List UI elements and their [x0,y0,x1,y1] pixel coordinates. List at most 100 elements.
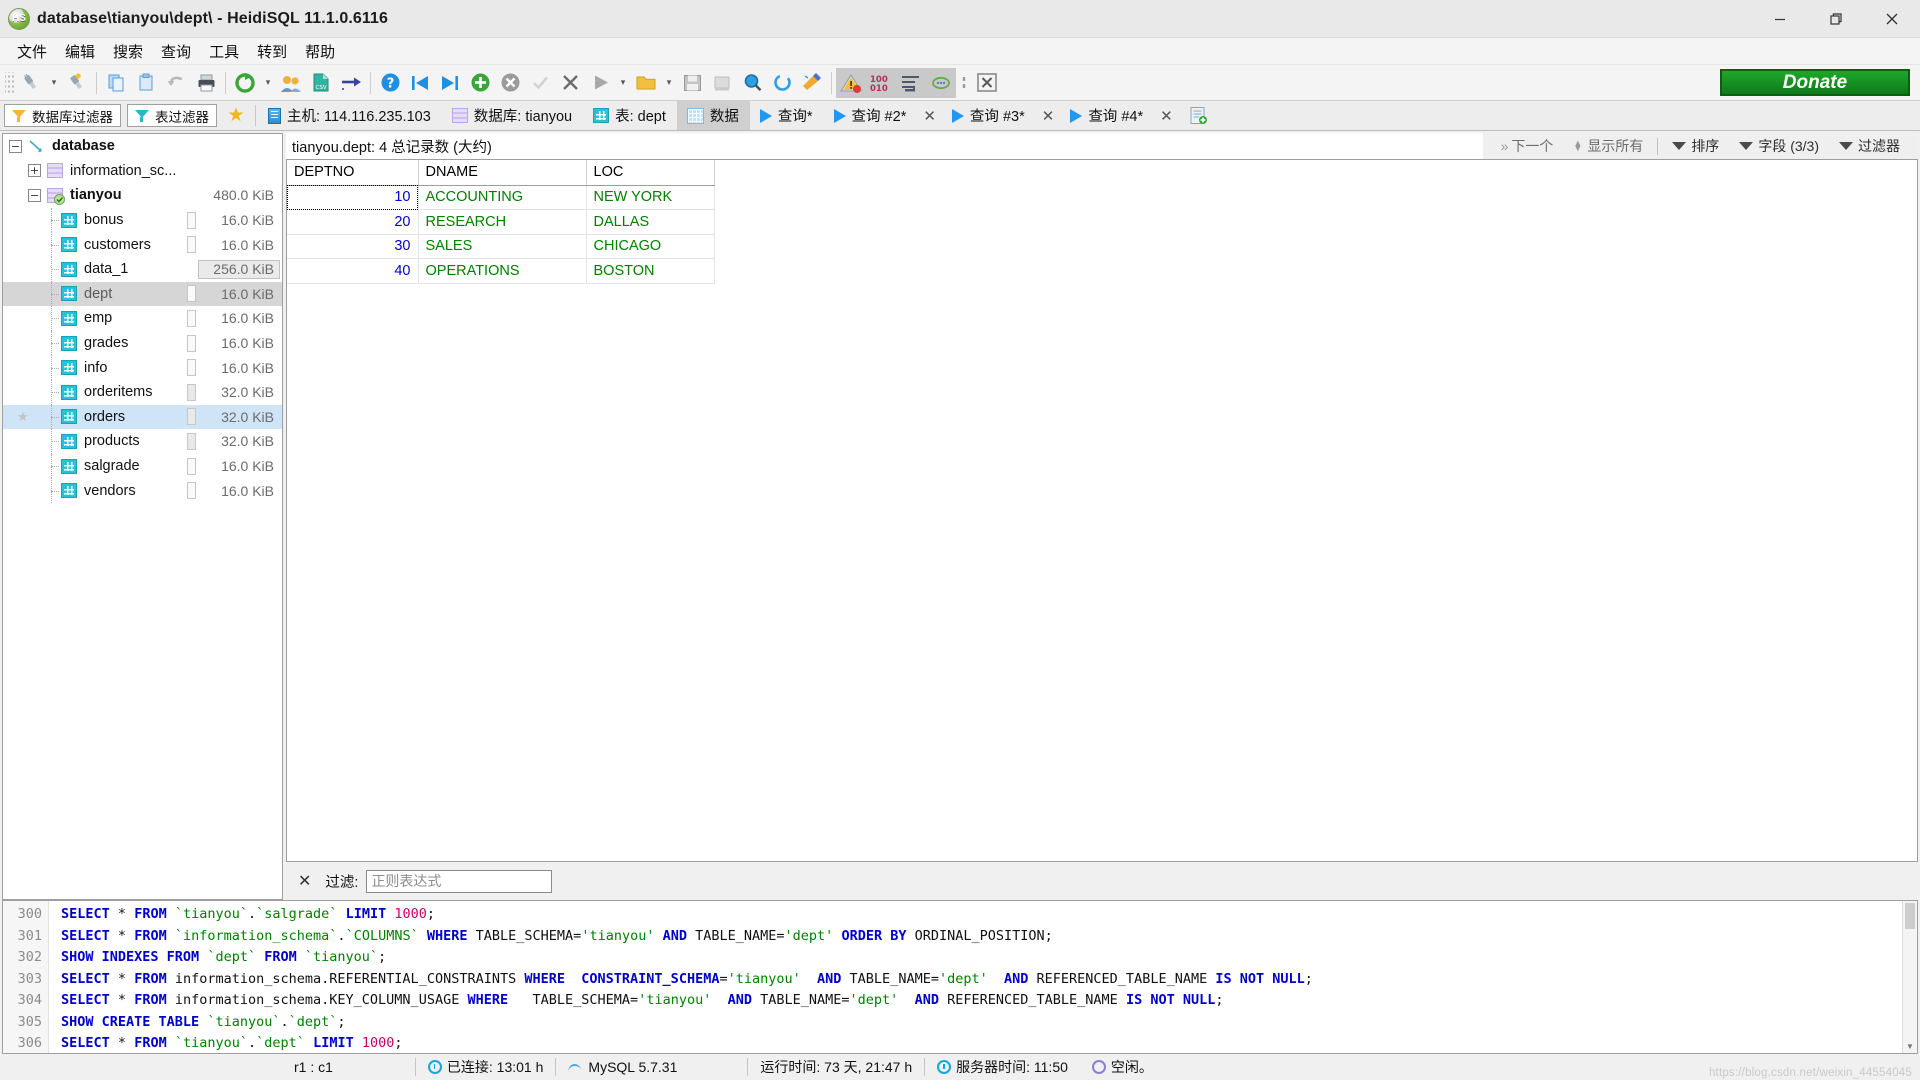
tree-node-emp[interactable]: emp 16.0 KiB [3,306,282,331]
tree-node-vendors[interactable]: vendors 16.0 KiB [3,478,282,503]
disconnect-icon[interactable] [62,68,92,98]
refresh-query-icon[interactable] [767,68,797,98]
undo-icon[interactable] [161,68,191,98]
open-folder-icon[interactable] [631,68,661,98]
menu-file[interactable]: 文件 [8,39,56,64]
tree-node-bonus[interactable]: bonus 16.0 KiB [3,207,282,233]
tree-node-database[interactable]: − database [3,134,282,159]
database-tree[interactable]: − database + information_sc... − tianyou… [2,133,283,900]
tab-close-icon[interactable]: ✕ [1036,101,1061,130]
minimize-button[interactable] [1752,0,1808,38]
cell-deptno[interactable]: 20 [287,209,419,235]
cell-deptno[interactable]: 40 [287,258,419,284]
tree-node-tianyou[interactable]: − tianyou 480.0 KiB [3,183,282,208]
first-row-icon[interactable] [405,68,435,98]
table-row[interactable]: 10 ACCOUNTING NEW YORK [287,185,715,210]
cell-loc[interactable]: DALLAS [586,209,715,235]
table-row[interactable]: 30 SALES CHICAGO [287,234,715,259]
cell-deptno[interactable]: 10 [287,185,419,210]
star-icon[interactable]: ★ [219,101,253,130]
tab-database[interactable]: 数据库: tianyou [442,101,583,130]
column-header-loc[interactable]: LOC [586,160,715,186]
scrollbar-thumb[interactable] [1905,903,1915,929]
column-header-deptno[interactable]: DEPTNO [287,160,419,186]
comment-icon[interactable] [926,67,956,98]
tab-close-icon[interactable]: ✕ [917,101,942,130]
column-header-dname[interactable]: DNAME [418,160,587,186]
menu-edit[interactable]: 编辑 [56,39,104,64]
scroll-down-icon[interactable]: ▼ [1903,1039,1917,1053]
apply-changes-icon[interactable] [525,68,555,98]
cell-loc[interactable]: NEW YORK [586,185,715,210]
refresh-icon[interactable] [230,68,260,98]
tab-data[interactable]: 数据 [676,101,750,130]
donate-button[interactable]: Donate [1720,69,1910,96]
find-icon[interactable] [737,68,767,98]
cell-deptno[interactable]: 30 [287,234,419,259]
show-all-button[interactable]: ▲ ▼ 显示所有 [1563,136,1653,156]
sort-button[interactable]: 排序 [1662,136,1729,156]
filter-input[interactable]: 正则表达式 [366,869,553,893]
tree-node-salgrade[interactable]: salgrade 16.0 KiB [3,453,282,479]
next-button[interactable]: » 下一个 [1491,136,1564,156]
warning-icon[interactable] [836,67,866,98]
sql-log-panel[interactable]: 300 301 302 303 304 305 306 SELECT * FRO… [2,900,1918,1054]
import-icon[interactable] [336,68,366,98]
menu-goto[interactable]: 转到 [248,39,296,64]
users-icon[interactable] [276,68,306,98]
tree-node-products[interactable]: products 32.0 KiB [3,429,282,454]
tab-table[interactable]: 表: dept [583,101,677,130]
clear-icon[interactable] [797,68,827,98]
database-filter-button[interactable]: 数据库过滤器 [4,104,121,127]
tree-node-customers[interactable]: customers 16.0 KiB [3,232,282,257]
favorite-star-icon[interactable]: ★ [17,409,29,425]
cell-dname[interactable]: SALES [418,234,587,259]
expander-icon[interactable]: − [28,188,41,202]
close-button[interactable] [1864,0,1920,38]
cell-loc[interactable]: CHICAGO [586,234,715,259]
last-row-icon[interactable] [435,68,465,98]
session-manager-icon[interactable] [16,68,46,98]
expander-icon[interactable]: − [9,139,22,153]
menu-search[interactable]: 搜索 [104,39,152,64]
help-icon[interactable]: ? [375,68,405,98]
format-sql-icon[interactable] [896,67,926,98]
tree-node-orders[interactable]: ★ orders 32.0 KiB [3,404,282,430]
tree-node-info[interactable]: info 16.0 KiB [3,355,282,380]
cell-loc[interactable]: BOSTON [586,258,715,284]
save-as-icon[interactable] [707,68,737,98]
close-tab-icon[interactable] [972,68,1002,98]
table-filter-button[interactable]: 表过滤器 [127,104,217,127]
close-icon[interactable]: ✕ [292,871,317,891]
binary-icon[interactable]: 100 010 [866,67,896,98]
table-row[interactable]: 40 OPERATIONS BOSTON [287,258,715,284]
tree-node-orderitems[interactable]: orderitems 32.0 KiB [3,379,282,405]
menu-help[interactable]: 帮助 [296,39,344,64]
tree-node-information-schema[interactable]: + information_sc... [3,159,282,184]
expander-icon[interactable]: + [28,164,41,178]
refresh-dropdown-icon[interactable]: ▾ [260,68,276,98]
columns-button[interactable]: 字段 (3/3) [1729,136,1829,156]
execute-dropdown-icon[interactable]: ▾ [615,68,631,98]
menu-tools[interactable]: 工具 [200,39,248,64]
execute-icon[interactable] [585,68,615,98]
cell-dname[interactable]: ACCOUNTING [418,185,587,210]
session-dropdown-icon[interactable]: ▾ [46,68,62,98]
cell-dname[interactable]: OPERATIONS [418,258,587,284]
tab-query-2[interactable]: 查询 #2* [824,101,918,130]
insert-row-icon[interactable] [465,68,495,98]
tab-query-3[interactable]: 查询 #3* [942,101,1036,130]
tree-node-data-1[interactable]: data_1 256.0 KiB [3,256,282,282]
save-icon[interactable] [677,68,707,98]
tab-query-1[interactable]: 查询* [750,101,824,130]
sql-log-body[interactable]: SELECT * FROM `tianyou`.`salgrade` LIMIT… [49,901,1917,1053]
tree-node-dept[interactable]: dept 16.0 KiB [3,281,282,307]
sql-log-scrollbar[interactable]: ▲ ▼ [1902,901,1917,1053]
tab-close-icon[interactable]: ✕ [1154,101,1179,130]
table-row[interactable]: 20 RESEARCH DALLAS [287,209,715,235]
open-dropdown-icon[interactable]: ▾ [661,68,677,98]
copy-icon[interactable] [101,68,131,98]
paste-icon[interactable] [131,68,161,98]
delete-row-icon[interactable] [495,68,525,98]
cell-dname[interactable]: RESEARCH [418,209,587,235]
